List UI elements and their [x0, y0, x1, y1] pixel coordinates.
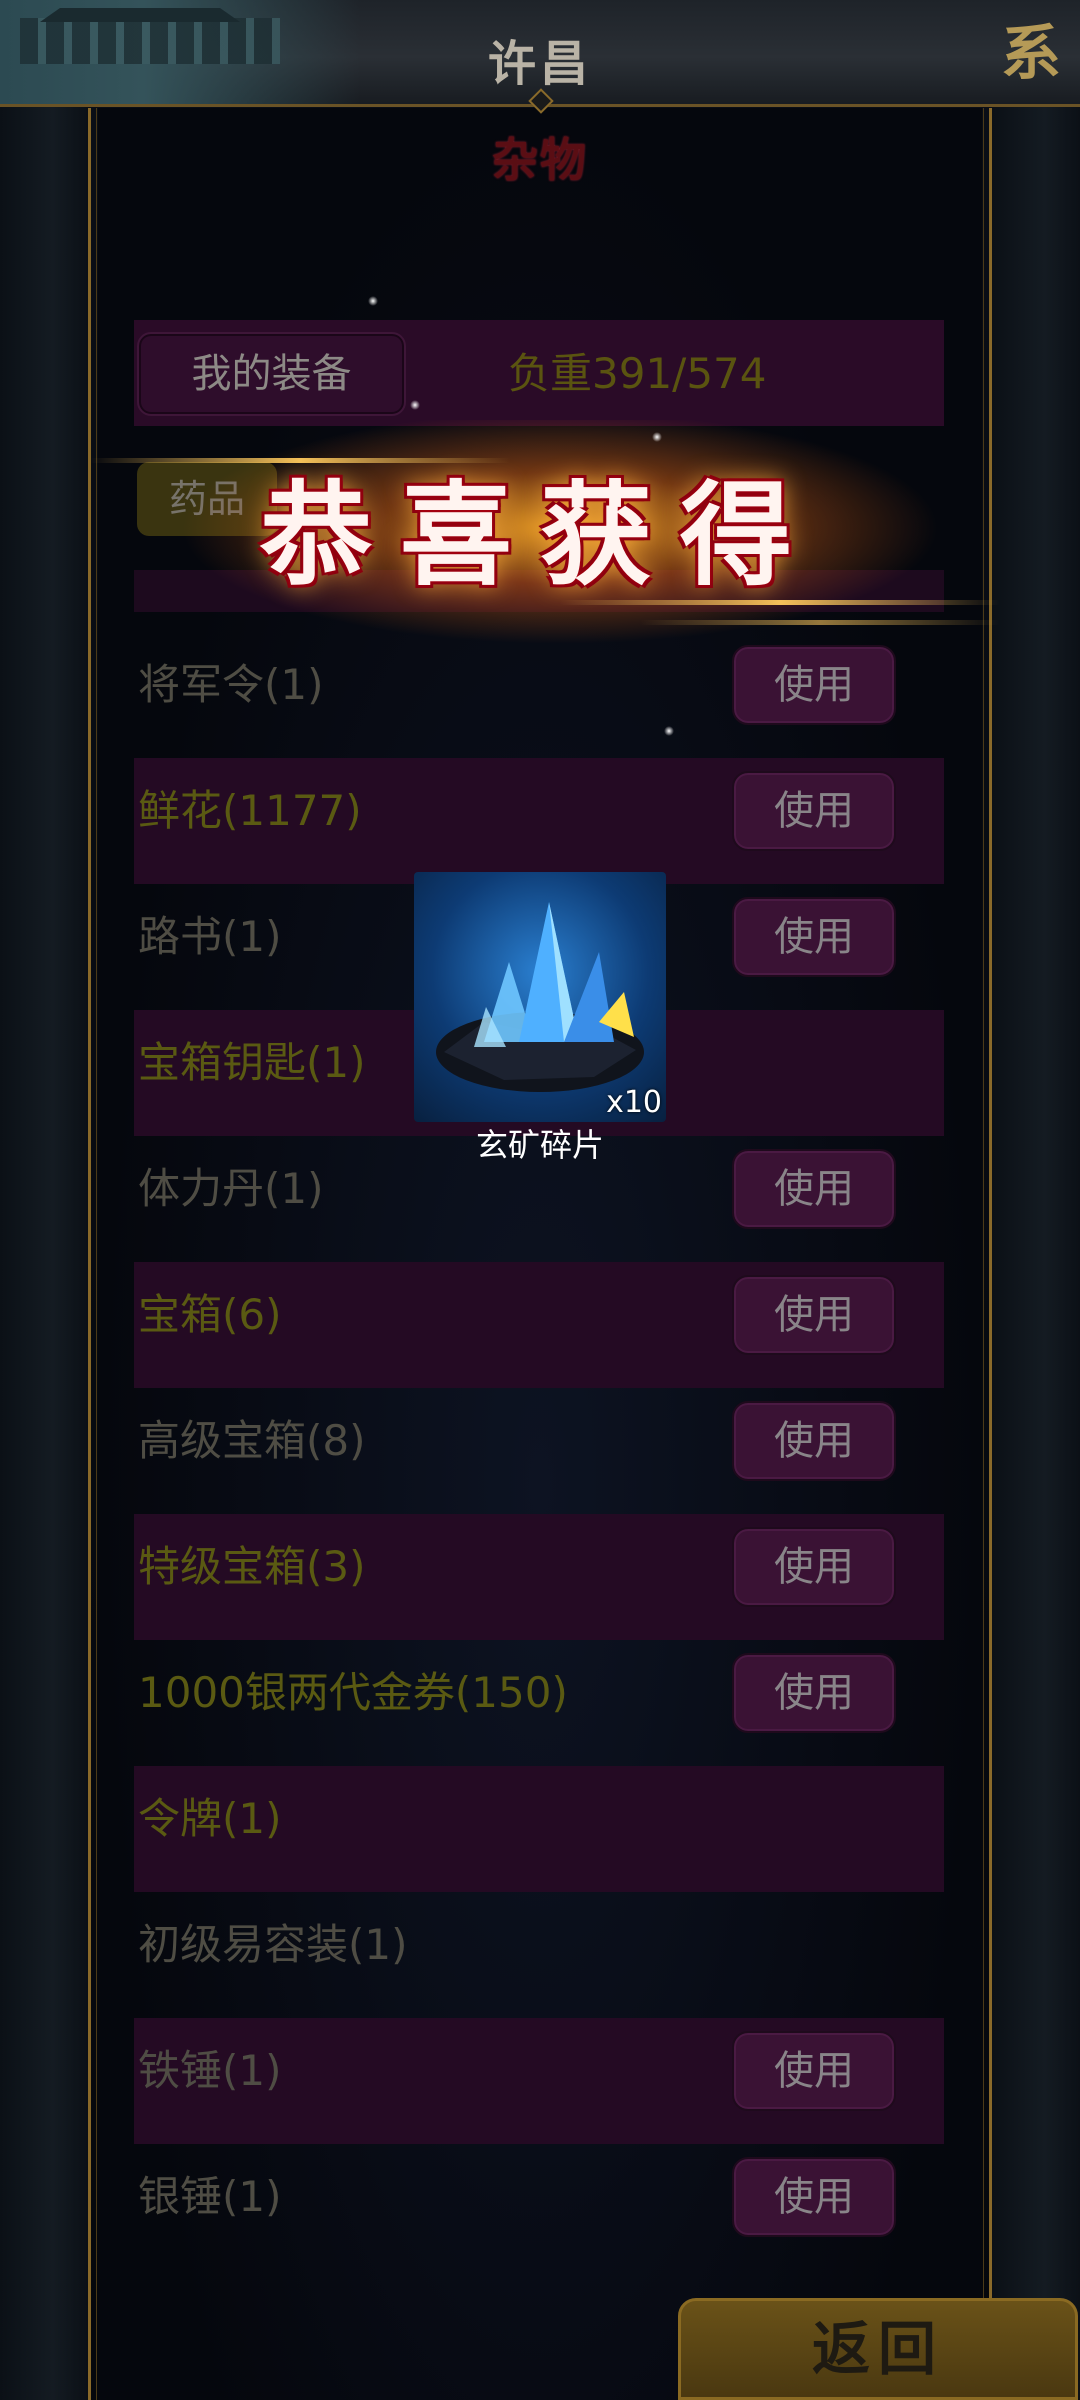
item-name: 1000银两代金券(150) — [138, 1668, 568, 1717]
item-name: 初级易容装(1) — [138, 1920, 408, 1969]
list-item: 高级宝箱(8) 使用 — [134, 1388, 944, 1514]
list-item: 初级易容装(1) — [134, 1892, 944, 2018]
item-name: 银锤(1) — [138, 2172, 282, 2221]
use-button[interactable]: 使用 — [732, 1401, 896, 1481]
reward-item-card[interactable]: x10 — [414, 872, 666, 1122]
list-item: 特级宝箱(3) 使用 — [134, 1514, 944, 1640]
list-item: 鲜花(1177) 使用 — [134, 758, 944, 884]
back-button[interactable]: 返回 — [678, 2298, 1078, 2400]
item-name: 高级宝箱(8) — [138, 1416, 366, 1465]
item-name: 鲜花(1177) — [138, 786, 362, 835]
category-title: 杂物 — [492, 133, 588, 187]
list-item: 1000银两代金券(150) 使用 — [134, 1640, 944, 1766]
list-item: 令牌(1) — [134, 1766, 944, 1892]
reward-item-name: 玄矿碎片 — [475, 1126, 604, 1164]
reward-banner-title: 恭喜获得 — [260, 470, 820, 601]
item-name: 宝箱钥匙(1) — [138, 1038, 366, 1087]
inventory-screen: 许昌 系 杂物 我的装备 负重391/574 药品 将军令(1) 使用 鲜花(1… — [0, 0, 1080, 2400]
use-button[interactable]: 使用 — [732, 1653, 896, 1733]
gold-streak — [640, 620, 1000, 625]
item-name: 路书(1) — [138, 912, 282, 961]
use-button[interactable]: 使用 — [732, 2031, 896, 2111]
my-equipment-button[interactable]: 我的装备 — [137, 332, 406, 416]
list-item: 银锤(1) 使用 — [134, 2144, 944, 2270]
list-item: 铁锤(1) 使用 — [134, 2018, 944, 2144]
item-name: 宝箱(6) — [138, 1290, 282, 1339]
list-item: 宝箱(6) 使用 — [134, 1262, 944, 1388]
sparkle — [664, 726, 674, 736]
use-button[interactable]: 使用 — [732, 2157, 896, 2237]
use-button[interactable]: 使用 — [732, 1149, 896, 1229]
item-name: 令牌(1) — [138, 1794, 282, 1843]
sparkle — [368, 296, 378, 306]
use-button[interactable]: 使用 — [732, 1527, 896, 1607]
sparkle — [652, 432, 662, 442]
town-name: 许昌 — [487, 36, 592, 92]
use-button[interactable]: 使用 — [732, 897, 896, 977]
item-name: 特级宝箱(3) — [138, 1542, 366, 1591]
item-name: 体力丹(1) — [138, 1164, 324, 1213]
sparkle — [410, 400, 420, 410]
reward-quantity: x10 — [606, 1085, 662, 1120]
system-button[interactable]: 系 — [996, 12, 1066, 96]
use-button[interactable]: 使用 — [732, 1275, 896, 1355]
weight-indicator: 负重391/574 — [508, 349, 767, 398]
use-button[interactable]: 使用 — [732, 771, 896, 851]
item-name: 铁锤(1) — [138, 2046, 282, 2095]
